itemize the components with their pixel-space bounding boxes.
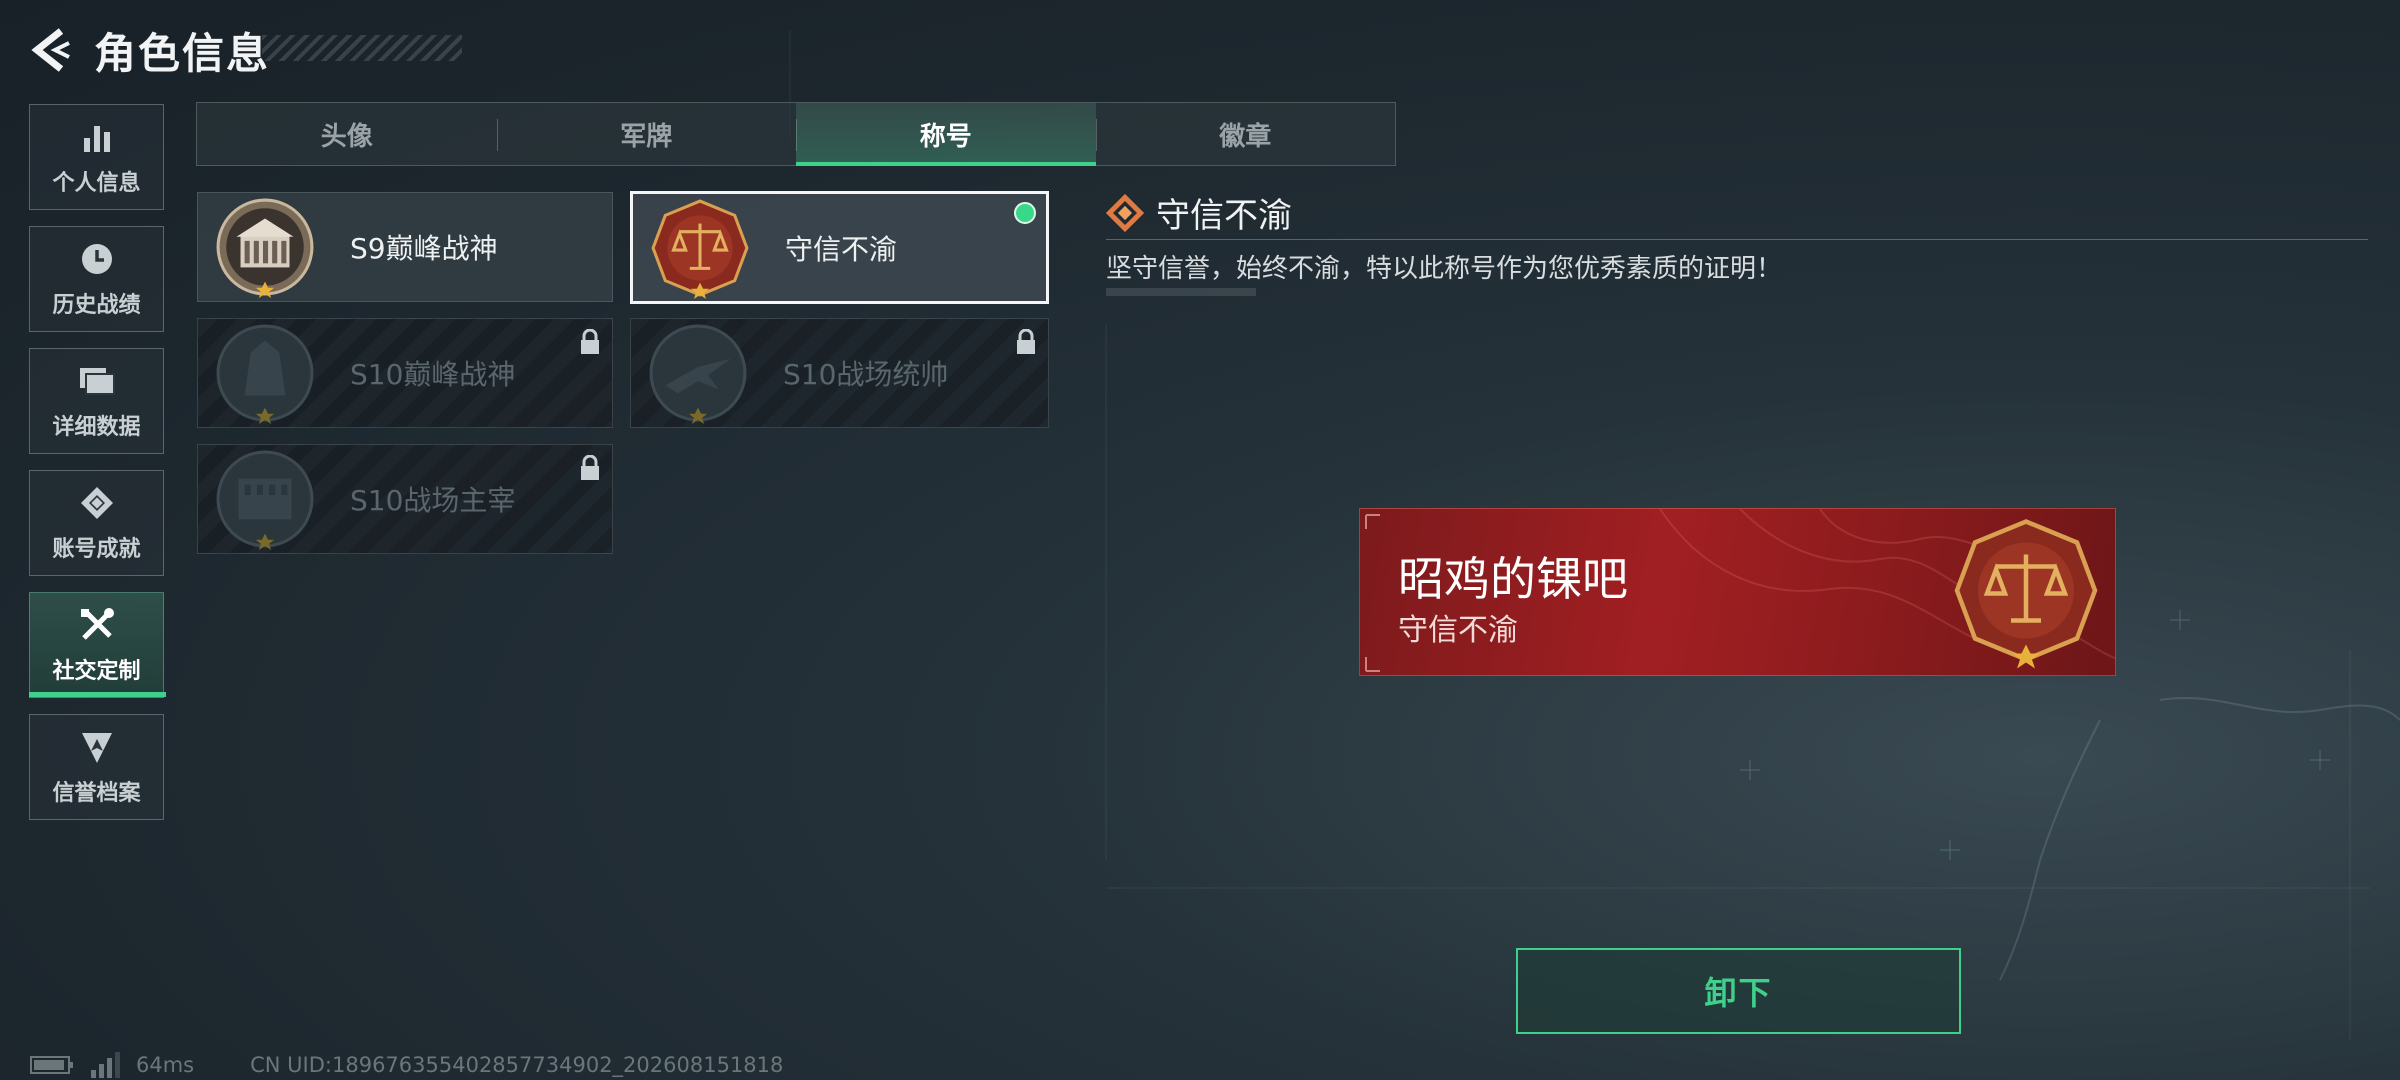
diamond-icon <box>1106 193 1144 232</box>
sidebar-item-history[interactable]: 历史战绩 <box>29 226 164 332</box>
ping-value: 64ms <box>136 1053 195 1077</box>
lock-icon <box>581 455 599 480</box>
header: 角色信息 <box>28 22 270 78</box>
detail-divider <box>1106 239 2368 240</box>
tab-title[interactable]: 称号 <box>796 103 1096 166</box>
colosseum-emblem-icon <box>216 450 314 550</box>
detail-subline <box>1106 288 1256 296</box>
sidebar-active-indicator <box>29 692 166 697</box>
title-decoration <box>262 35 462 61</box>
folder-icon <box>77 361 117 401</box>
detail-title: 守信不渝 <box>1156 196 1292 236</box>
title-card-s10-peak[interactable]: S10巅峰战神 <box>197 318 613 428</box>
title-card-s9-peak[interactable]: S9巅峰战神 <box>197 192 613 302</box>
detail-header: 守信不渝 <box>1106 188 1292 237</box>
sidebar-item-label: 信誉档案 <box>52 781 141 806</box>
tab-dogtag[interactable]: 军牌 <box>496 103 797 165</box>
sidebar-item-reputation[interactable]: 信誉档案 <box>29 714 164 820</box>
jet-emblem-icon <box>649 324 747 424</box>
sidebar-item-label: 账号成就 <box>52 537 141 562</box>
sidebar-item-label: 历史战绩 <box>52 293 141 318</box>
scales-emblem-icon <box>1954 519 2098 669</box>
unequip-label: 卸下 <box>1704 974 1773 1012</box>
lock-icon <box>581 329 599 354</box>
tools-icon <box>77 605 117 645</box>
sidebar-item-label: 详细数据 <box>52 415 141 440</box>
sidebar-item-label: 个人信息 <box>52 171 141 196</box>
title-card-name: S10战场统帅 <box>783 358 949 391</box>
preview-title-name: 守信不渝 <box>1398 613 1518 648</box>
sidebar: 个人信息 历史战绩 详细数据 账号成就 社交定制 信誉档案 <box>29 104 166 836</box>
building-emblem-icon <box>216 198 314 298</box>
achievement-icon <box>77 483 117 523</box>
tab-bar: 头像 军牌 称号 徽章 <box>196 102 1396 166</box>
sidebar-item-profile[interactable]: 个人信息 <box>29 104 164 210</box>
back-arrow-icon <box>31 28 70 72</box>
back-button[interactable] <box>28 25 74 75</box>
clock-icon <box>77 239 117 279</box>
scales-emblem-icon <box>651 198 749 299</box>
uid-text: CN UID:18967635540285773490​2_2026081518… <box>250 1053 784 1077</box>
preview-player-name: 昭鸡的锞吧 <box>1398 552 1628 606</box>
page-title: 角色信息 <box>94 28 271 78</box>
unequip-button[interactable]: 卸下 <box>1516 948 1961 1034</box>
title-card-keep-faith[interactable]: 守信不渝 <box>630 191 1049 304</box>
title-card-s10-commander[interactable]: S10战场统帅 <box>630 318 1049 428</box>
sidebar-item-label: 社交定制 <box>52 659 141 684</box>
status-bar: 64ms CN UID:18967635540285773490​2_20260… <box>30 1052 783 1078</box>
bar-chart-icon <box>77 117 117 157</box>
detail-description: 坚守信誉，始终不渝，特以此称号作为您优秀素质的证明！ <box>1106 254 1783 284</box>
signal-icon <box>91 1052 120 1078</box>
title-card-name: S10巅峰战神 <box>350 358 516 391</box>
sidebar-item-achievements[interactable]: 账号成就 <box>29 470 164 576</box>
title-card-name: 守信不渝 <box>785 232 898 266</box>
title-card-name: S9巅峰战神 <box>350 232 498 265</box>
lock-icon <box>1017 329 1035 354</box>
sidebar-item-details[interactable]: 详细数据 <box>29 348 164 454</box>
tab-badge[interactable]: 徽章 <box>1095 103 1396 165</box>
title-card-name: S10战场主宰 <box>350 484 516 517</box>
equipped-indicator <box>1014 202 1036 224</box>
tab-avatar[interactable]: 头像 <box>197 103 497 165</box>
tower-emblem-icon <box>216 324 314 424</box>
title-card-s10-dominator[interactable]: S10战场主宰 <box>197 444 613 554</box>
title-preview-banner: 昭鸡的锞吧 守信不渝 <box>1359 508 2116 676</box>
shield-arrow-icon <box>77 727 117 767</box>
battery-icon <box>30 1056 73 1074</box>
sidebar-item-social-custom[interactable]: 社交定制 <box>29 592 164 698</box>
